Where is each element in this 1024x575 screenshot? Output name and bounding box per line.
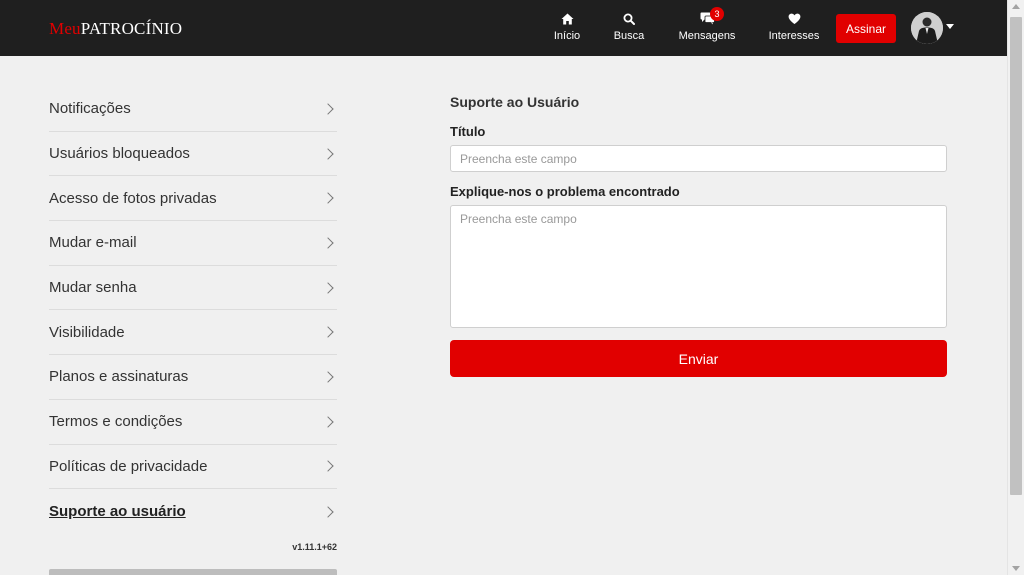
problem-textarea[interactable] <box>450 205 947 328</box>
avatar[interactable] <box>911 12 943 44</box>
menu-item-mudar-email[interactable]: Mudar e-mail <box>49 221 337 266</box>
menu-item-label: Políticas de privacidade <box>49 457 208 475</box>
logo-text-patrocinio: PATROCÍNIO <box>80 19 183 38</box>
menu-item-label: Visibilidade <box>49 323 125 341</box>
title-field-label: Título <box>450 124 486 139</box>
menu-item-notificacoes[interactable]: Notificações <box>49 87 337 132</box>
chevron-down-icon[interactable] <box>946 24 954 29</box>
messages-badge: 3 <box>710 7 724 21</box>
menu-item-visibilidade[interactable]: Visibilidade <box>49 310 337 356</box>
menu-item-suporte[interactable]: Suporte ao usuário <box>49 489 337 534</box>
nav-interesses[interactable]: Interesses <box>766 10 822 46</box>
top-navbar: MeuPATROCÍNIO Início Busca 3 Mensagens I… <box>0 0 1007 56</box>
problem-field-label: Explique-nos o problema encontrado <box>450 184 680 199</box>
nav-inicio[interactable]: Início <box>550 10 584 46</box>
chevron-right-icon <box>322 147 334 160</box>
menu-item-label: Notificações <box>49 100 131 118</box>
scroll-thumb[interactable] <box>1010 17 1022 495</box>
search-icon <box>623 10 635 27</box>
menu-item-label: Planos e assinaturas <box>49 368 189 386</box>
home-icon <box>561 10 574 27</box>
logo[interactable]: MeuPATROCÍNIO <box>49 19 182 39</box>
menu-item-label: Acesso de fotos privadas <box>49 189 217 207</box>
support-form: Suporte ao Usuário Título Explique-nos o… <box>450 94 947 377</box>
chevron-right-icon <box>322 505 334 518</box>
submit-button[interactable]: Enviar <box>450 340 947 377</box>
title-input[interactable] <box>450 145 947 172</box>
logo-text-meu: Meu <box>49 19 81 38</box>
nav-mensagens-label: Mensagens <box>678 30 736 42</box>
menu-item-planos[interactable]: Planos e assinaturas <box>49 355 337 400</box>
form-title: Suporte ao Usuário <box>450 94 580 110</box>
chevron-right-icon <box>322 415 334 428</box>
menu-item-termos[interactable]: Termos e condições <box>49 400 337 445</box>
scroll-down-arrow[interactable] <box>1012 566 1020 571</box>
bottom-panel-edge <box>49 569 337 575</box>
chevron-right-icon <box>322 371 334 383</box>
nav-interesses-label: Interesses <box>768 30 820 42</box>
subscribe-button[interactable]: Assinar <box>836 14 896 43</box>
heart-icon <box>788 10 801 27</box>
menu-item-mudar-senha[interactable]: Mudar senha <box>49 266 337 311</box>
vertical-scrollbar[interactable] <box>1007 0 1024 575</box>
menu-item-label: Termos e condições <box>49 413 183 431</box>
nav-busca-label: Busca <box>613 30 645 42</box>
chevron-right-icon <box>322 192 334 204</box>
nav-mensagens[interactable]: 3 Mensagens <box>676 7 738 46</box>
settings-menu: Notificações Usuários bloqueados Acesso … <box>49 87 337 534</box>
menu-item-label: Mudar e-mail <box>49 234 137 252</box>
app-version: v1.11.1+62 <box>292 542 337 552</box>
nav-busca[interactable]: Busca <box>612 10 646 46</box>
chevron-right-icon <box>322 281 334 294</box>
menu-item-label: Mudar senha <box>49 279 137 297</box>
menu-item-politicas[interactable]: Políticas de privacidade <box>49 445 337 490</box>
menu-item-acesso-fotos[interactable]: Acesso de fotos privadas <box>49 176 337 222</box>
chevron-right-icon <box>322 326 334 338</box>
menu-item-usuarios-bloqueados[interactable]: Usuários bloqueados <box>49 132 337 177</box>
chevron-right-icon <box>322 460 334 473</box>
chevron-right-icon <box>322 103 334 115</box>
chevron-right-icon <box>322 237 334 249</box>
scroll-up-arrow[interactable] <box>1012 4 1020 9</box>
menu-item-label: Suporte ao usuário <box>49 503 186 521</box>
menu-item-label: Usuários bloqueados <box>49 145 190 163</box>
nav-inicio-label: Início <box>553 30 581 42</box>
